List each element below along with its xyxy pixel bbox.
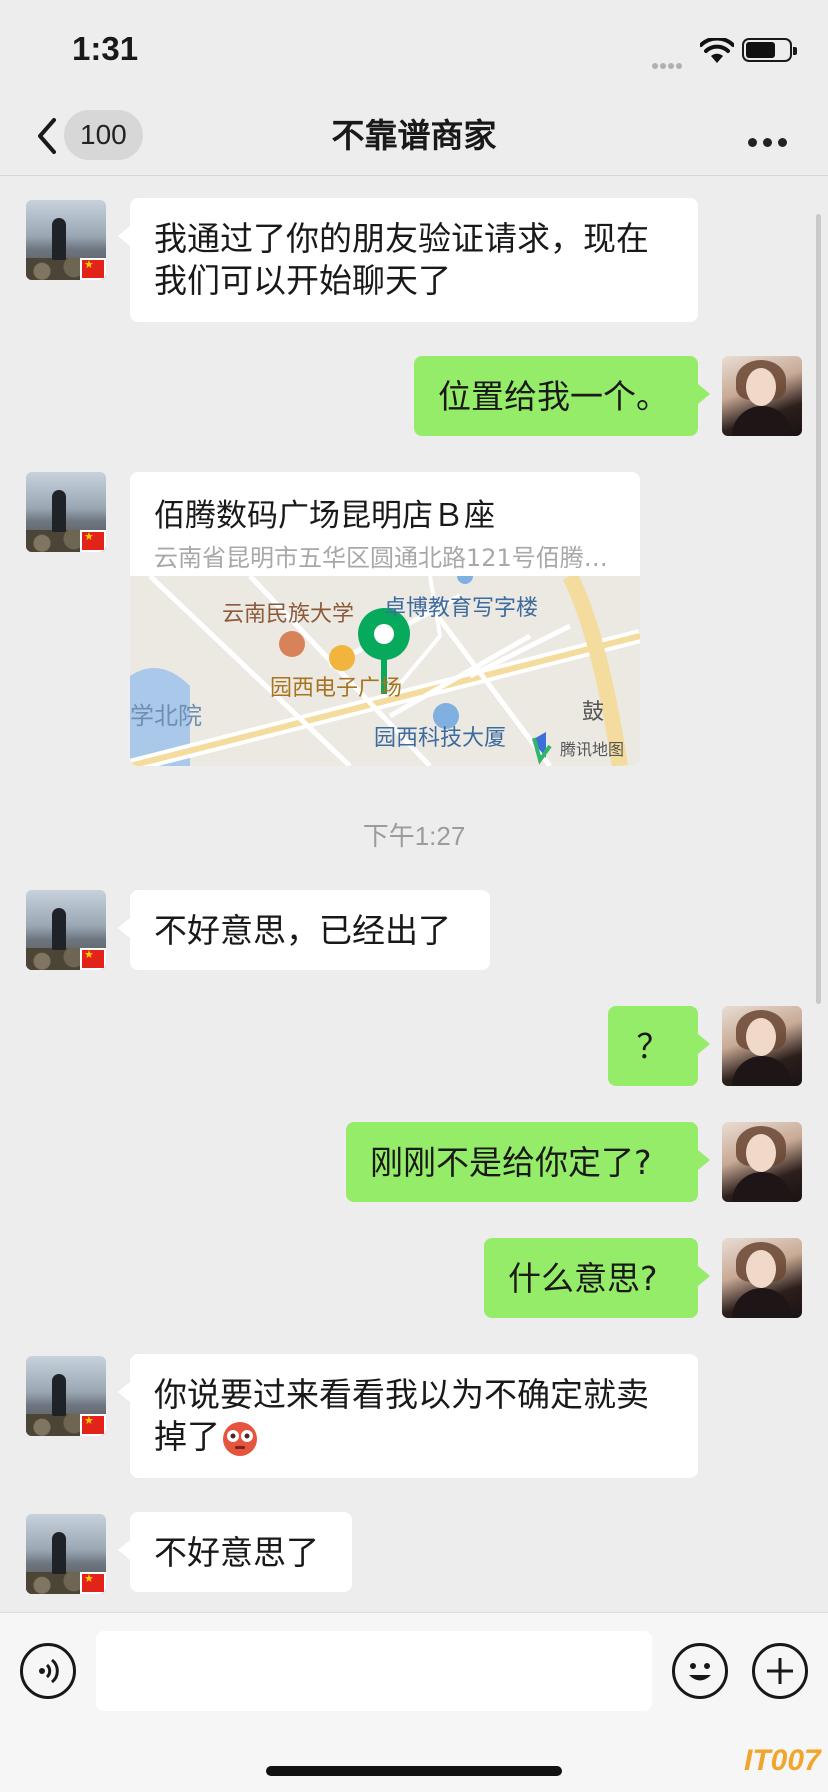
message-bubble[interactable]: 你说要过来看看我以为不确定就卖掉了 [118, 1354, 698, 1478]
message-bubble[interactable]: 不好意思了 [118, 1512, 352, 1592]
message-bubble[interactable]: 我通过了你的朋友验证请求，现在我们可以开始聊天了 [118, 198, 698, 322]
back-button[interactable] [28, 112, 68, 160]
home-indicator[interactable] [266, 1766, 562, 1776]
message-timestamp: 下午1:27 [362, 821, 466, 851]
message-bubble[interactable]: 位置给我一个。 [414, 356, 710, 436]
location-map[interactable]: 云南民族大学 卓博教育写字楼 园西电子广场 学北院 园西科技大厦 鼓 腾讯地图 [130, 576, 640, 766]
map-label: 云南民族大学 [222, 602, 355, 627]
message-text: 位置给我一个。 [438, 377, 669, 416]
message-text: 什么意思? [508, 1259, 658, 1298]
message-text: ？ [636, 1027, 670, 1066]
message-bubble[interactable]: 不好意思，已经出了 [118, 890, 490, 970]
map-label: 园西科技大厦 [374, 726, 507, 751]
merchant-avatar[interactable] [26, 890, 106, 970]
message-text: 刚刚不是给你定了? [370, 1143, 652, 1182]
status-time: 1:31 [72, 30, 139, 67]
battery-icon [742, 38, 797, 62]
my-avatar[interactable] [722, 356, 802, 436]
my-avatar[interactable] [722, 1006, 802, 1086]
site-watermark-logo: IT007 [744, 1744, 821, 1777]
signal-dots-icon [652, 54, 684, 73]
message-text: 不好意思，已经出了 [154, 911, 451, 950]
status-bar: 1:31 [0, 0, 828, 96]
my-avatar[interactable] [722, 1122, 802, 1202]
merchant-avatar[interactable] [26, 1356, 106, 1436]
map-label: 卓博教育写字楼 [384, 596, 539, 621]
my-avatar[interactable] [722, 1238, 802, 1318]
merchant-avatar[interactable] [26, 200, 106, 280]
message-bubble[interactable]: 刚刚不是给你定了? [346, 1122, 710, 1202]
more-dots-icon[interactable] [748, 132, 798, 147]
location-address: 云南省昆明市五华区圆通北路121号佰腾… [154, 544, 608, 572]
merchant-avatar[interactable] [26, 1514, 106, 1594]
message-input[interactable] [96, 1631, 652, 1711]
message-bubble[interactable]: 什么意思? [484, 1238, 710, 1318]
map-label: 鼓 [582, 700, 605, 725]
wifi-icon [700, 38, 734, 63]
input-bar [0, 1612, 828, 1792]
location-card[interactable]: 佰腾数码广场昆明店Ｂ座 云南省昆明市五华区圆通北路121号佰腾… 云南民族大学 … [130, 472, 640, 766]
message-text: 我通过了你的朋友验证请求，现在我们可以开始聊天了 [154, 219, 649, 300]
unread-count-badge[interactable]: 100 [64, 110, 143, 160]
location-name: 佰腾数码广场昆明店Ｂ座 [154, 498, 495, 534]
chat-header: 不靠谱商家 100 [0, 96, 828, 176]
scrollbar[interactable] [816, 214, 821, 1004]
voice-icon[interactable] [20, 1643, 76, 1699]
merchant-avatar[interactable] [26, 472, 106, 552]
map-label: 园西电子广场 [270, 676, 403, 701]
plus-icon[interactable] [752, 1643, 808, 1699]
message-bubble[interactable]: ？ [608, 1006, 710, 1086]
flushed-face-emoji [223, 1421, 257, 1456]
map-label: 学北院 [130, 702, 202, 730]
map-provider-logo: 腾讯地图 [560, 740, 625, 759]
message-text: 不好意思了 [154, 1533, 319, 1572]
smiley-icon[interactable] [672, 1643, 728, 1699]
